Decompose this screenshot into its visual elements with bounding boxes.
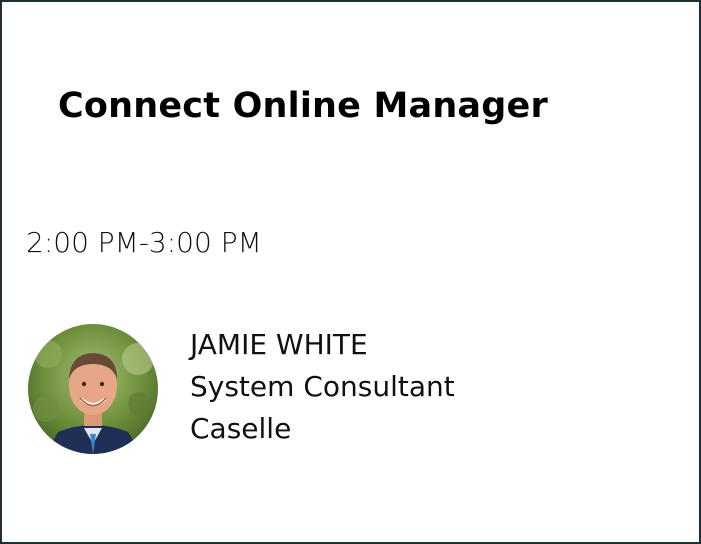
speaker-info: JAMIE WHITE System Consultant Caselle — [190, 324, 455, 450]
speaker-avatar — [28, 324, 158, 454]
speaker-photo-icon — [28, 324, 158, 454]
session-time: 2:00 PM-3:00 PM — [26, 226, 262, 259]
session-card: Connect Online Manager 2:00 PM-3:00 PM J… — [0, 0, 701, 544]
speaker-company: Caselle — [190, 412, 292, 445]
speaker-role: System Consultant — [190, 370, 455, 403]
speaker-block: JAMIE WHITE System Consultant Caselle — [28, 324, 548, 458]
speaker-name: JAMIE WHITE — [190, 328, 368, 361]
session-title: Connect Online Manager — [58, 86, 548, 126]
